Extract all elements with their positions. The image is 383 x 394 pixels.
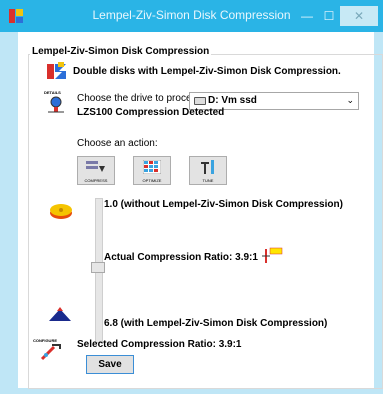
ratio-max-label: 6.8 (with Lempel-Ziv-Simon Disk Compress… — [104, 318, 328, 329]
group-title: Lempel-Ziv-Simon Disk Compression — [30, 46, 212, 57]
save-button[interactable]: Save — [86, 355, 134, 374]
configure-icon — [40, 344, 61, 361]
maximize-button[interactable]: ☐ — [318, 6, 340, 26]
drive-label: Choose the drive to process: — [77, 93, 204, 104]
hard-drive-icon — [194, 97, 206, 105]
compress-button-label: COMPRESS — [84, 178, 108, 183]
close-button[interactable]: ✕ — [340, 6, 378, 26]
compression-slider-thumb[interactable] — [91, 261, 105, 273]
drive-label-text: Choose the drive to process: — [77, 93, 205, 104]
lzs-logo-icon — [47, 62, 66, 79]
tune-button-label: TUNE — [202, 178, 214, 183]
compress-icon — [86, 161, 105, 172]
minimize-button[interactable]: — — [296, 6, 318, 26]
compress-button[interactable]: COMPRESS — [77, 156, 115, 185]
optimize-button[interactable]: OPTIMIZE — [133, 156, 171, 185]
title-bar[interactable]: Lempel-Ziv-Simon Disk Compression — ☐ ✕ — [0, 0, 383, 32]
details-icon — [48, 96, 64, 113]
ratio-min-label: 1.0 (without Lempel-Ziv-Simon Disk Compr… — [104, 199, 343, 210]
compressed-disk-icon — [49, 307, 71, 321]
app-window: Lempel-Ziv-Simon Disk Compression — ☐ ✕ … — [0, 0, 383, 394]
optimize-button-label: OPTIMIZE — [142, 178, 162, 183]
ratio-marker-icon — [262, 247, 283, 263]
tagline: Double disks with Lempel-Ziv-Simon Disk … — [73, 66, 341, 77]
tune-button[interactable]: TUNE — [189, 156, 227, 185]
selected-ratio-label: Selected Compression Ratio: 3.9:1 — [77, 339, 242, 350]
detected-status: LZS100 Compression Detected — [77, 107, 225, 118]
actual-ratio-label: Actual Compression Ratio: 3.9:1 — [104, 252, 258, 263]
optimize-icon — [143, 160, 161, 174]
uncompressed-disk-icon — [50, 204, 72, 219]
drive-select-value: D: Vm ssd — [208, 95, 257, 106]
chevron-down-icon: ⌄ — [346, 95, 354, 105]
tune-icon — [201, 160, 214, 174]
actions-label: Choose an action: — [77, 138, 158, 149]
